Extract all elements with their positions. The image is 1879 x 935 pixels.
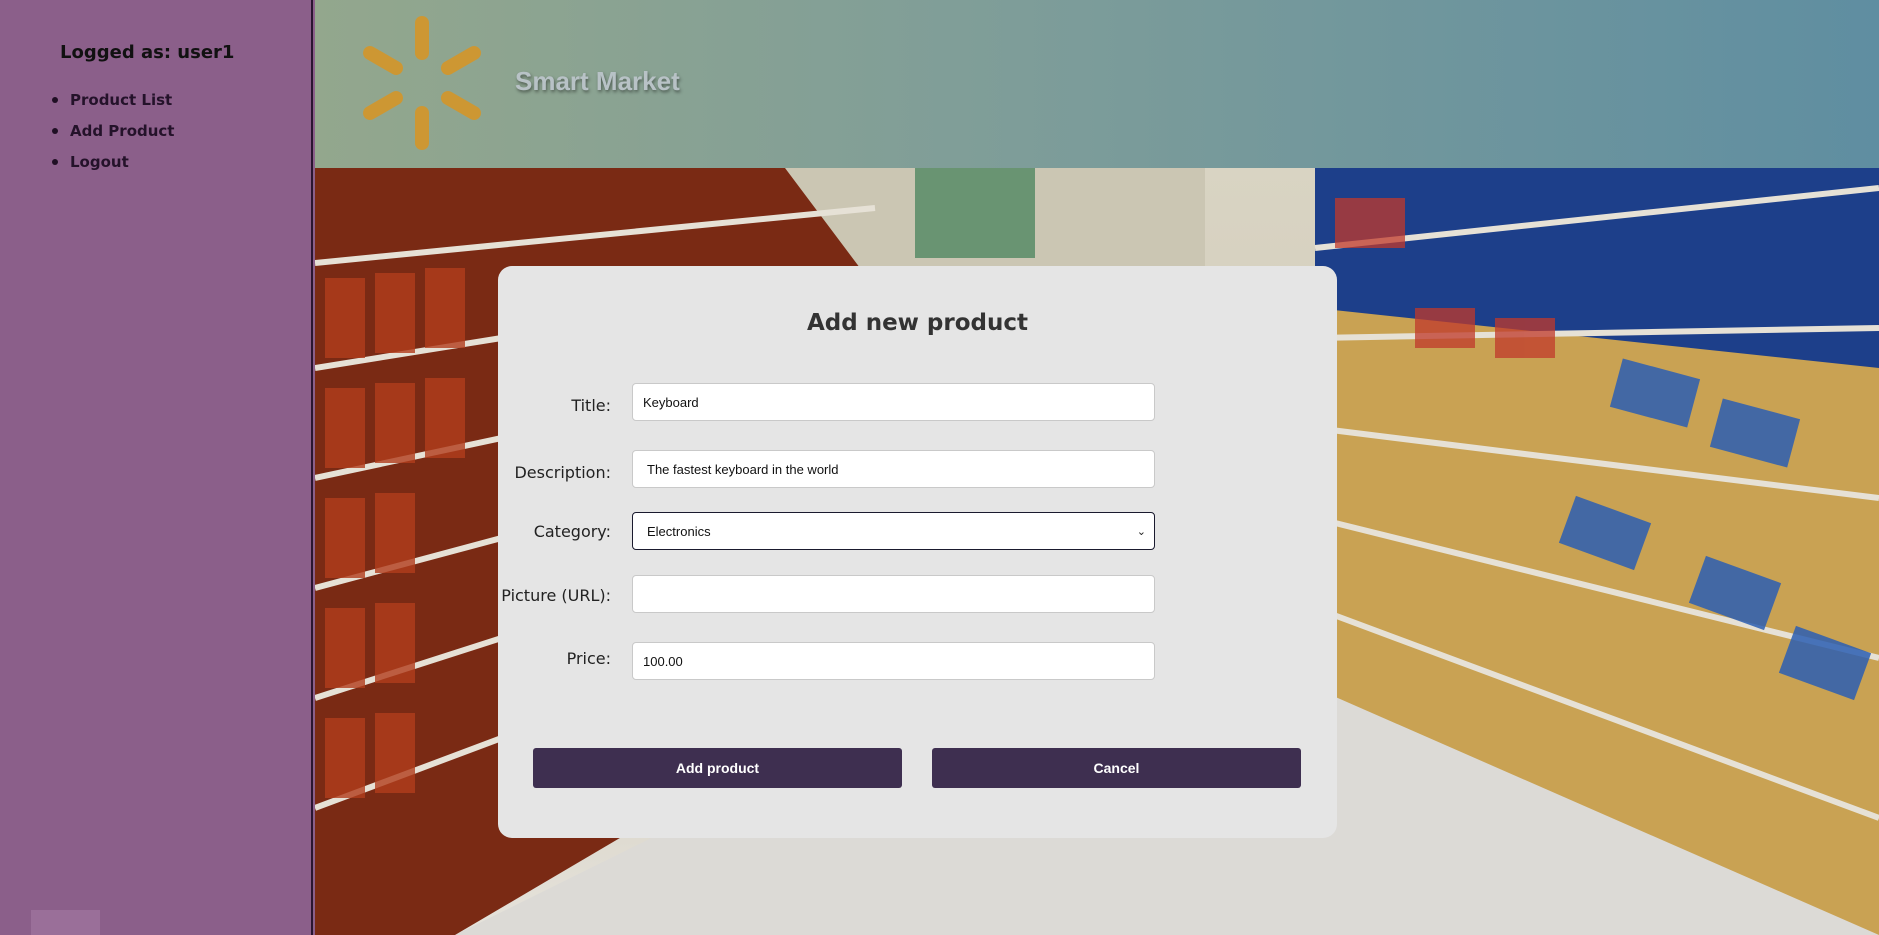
picture-label: Picture (URL): [501, 586, 611, 605]
sidebar: Logged as: user1 Product List Add Produc… [0, 0, 313, 935]
sidebar-item-product-list[interactable]: Product List [52, 84, 174, 115]
add-product-button[interactable]: Add product [533, 748, 902, 788]
bullet-icon [52, 158, 58, 165]
spark-logo-icon [363, 16, 481, 150]
bullet-icon [52, 127, 58, 134]
brand-name: Smart Market [515, 66, 680, 96]
sidebar-corner-block [31, 910, 100, 935]
cancel-button[interactable]: Cancel [932, 748, 1301, 788]
logged-user-label: Logged as: user1 [60, 42, 235, 63]
header: Smart Market [315, 0, 1879, 168]
sidebar-item-logout[interactable]: Logout [52, 146, 174, 177]
chevron-down-icon: ⌄ [1136, 525, 1146, 538]
bullet-icon [52, 96, 58, 103]
add-product-form: Add new product Title: Keyboard Descript… [498, 266, 1337, 838]
category-select[interactable]: Electronics ⌄ [632, 512, 1155, 550]
description-input[interactable]: The fastest keyboard in the world [632, 450, 1155, 488]
price-label: Price: [566, 649, 611, 668]
category-selected-value: Electronics [647, 523, 711, 539]
description-label: Description: [514, 463, 611, 482]
title-label: Title: [571, 396, 611, 415]
form-heading: Add new product [806, 310, 1029, 336]
price-input[interactable]: 100.00 [632, 642, 1155, 680]
product-list-link[interactable]: Product List [70, 91, 172, 109]
sidebar-nav: Product List Add Product Logout [52, 84, 174, 177]
category-label: Category: [533, 522, 611, 541]
title-input[interactable]: Keyboard [632, 383, 1155, 421]
sidebar-item-add-product[interactable]: Add Product [52, 115, 174, 146]
add-product-link[interactable]: Add Product [70, 122, 174, 140]
logout-link[interactable]: Logout [70, 153, 129, 171]
picture-url-input[interactable] [632, 575, 1155, 613]
